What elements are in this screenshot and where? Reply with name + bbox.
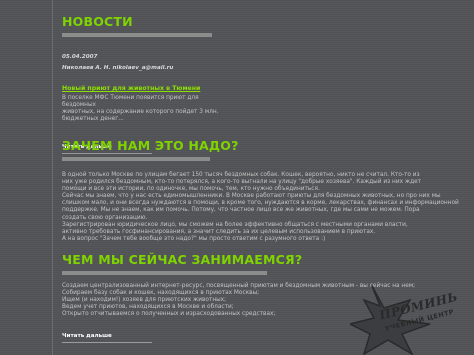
news-heading-underline	[62, 33, 212, 37]
news-heading: НОВОСТИ	[62, 14, 133, 29]
what-read-more-underline	[62, 342, 152, 344]
what-heading-underline	[62, 271, 267, 275]
what-read-more-link[interactable]: Читать дальше	[62, 333, 112, 339]
news-date: 05.04.2007	[62, 54, 98, 60]
why-text-line: активно требовать госфинансирования, а з…	[62, 228, 376, 235]
news-text-line: В поселке МФС Тюмени появится приют для …	[62, 95, 199, 109]
why-section: ЗАЧЕМ НАМ ЭТО НАДО? В одной только Москв…	[62, 138, 462, 243]
why-text-line: А на вопрос "Зачем тебе вообще это надо?…	[62, 235, 326, 242]
why-text-line: создать свою организацию.	[62, 214, 148, 221]
news-section: НОВОСТИ 05.04.2007 Николаев А. Н. nikola…	[62, 14, 462, 155]
why-heading: ЗАЧЕМ НАМ ЭТО НАДО?	[62, 138, 239, 153]
why-text-line: них уже родился бездомным, кто-то потеря…	[62, 179, 422, 186]
news-text-line: животных, на содержание которого пойдет …	[62, 109, 219, 116]
news-author: Николаев А. Н. nikolaev_a@mail.ru	[62, 65, 174, 71]
why-text-line: слишком мало, и они всегда нуждаются в п…	[62, 200, 459, 207]
news-link[interactable]: Новый приют для животных в Тюмени	[62, 85, 200, 92]
why-text: В одной только Москве по улицам бегает 1…	[62, 172, 472, 243]
why-text-line: Зарегистрирован юридическое лицо, мы смо…	[62, 221, 408, 228]
news-text-line: бюджетных денег...	[62, 116, 124, 123]
what-heading: ЧЕМ МЫ СЕЙЧАС ЗАНИМАЕМСЯ?	[62, 252, 303, 267]
left-divider	[52, 0, 53, 355]
why-text-line: поддержке. Мы не знаем, как им помочь. П…	[62, 207, 420, 214]
why-heading-underline	[62, 157, 210, 161]
news-text: В поселке МФС Тюмени появится приют для …	[62, 95, 222, 123]
